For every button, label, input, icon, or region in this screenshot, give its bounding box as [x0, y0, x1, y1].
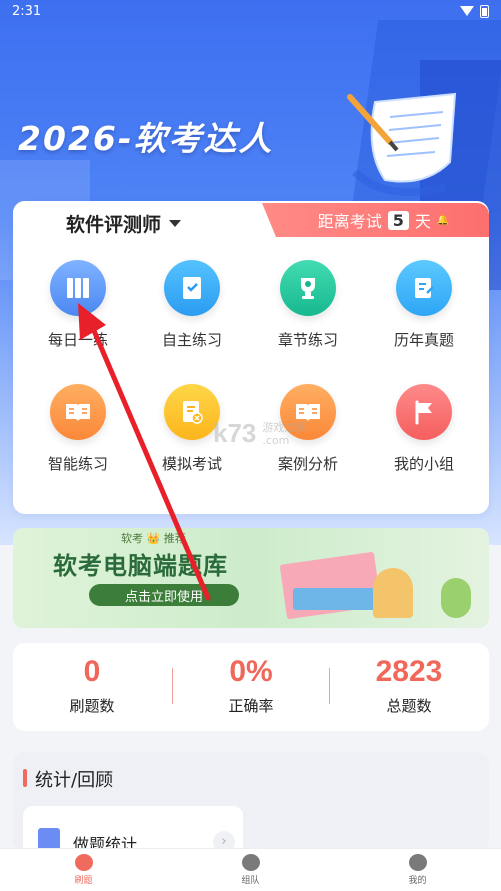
site-watermark: k73 游戏之家 .com — [213, 418, 306, 449]
exam-paper-icon — [164, 384, 220, 440]
status-bar: 2:31 — [0, 0, 501, 22]
watermark-line2: .com — [262, 433, 290, 447]
tab-team[interactable]: 组队 — [167, 849, 334, 891]
countdown-suffix: 天 — [414, 212, 431, 231]
grid-item-label: 案例分析 — [277, 455, 338, 473]
stat-value: 2823 — [375, 655, 443, 688]
banner-tagline: 软考 👑 推荐 — [121, 532, 186, 545]
promo-banner[interactable]: 软考 👑 推荐 软考电脑端题库 点击立即使用 — [13, 528, 489, 628]
section-accent-bar — [23, 769, 27, 787]
plant-illustration — [441, 578, 471, 618]
grid-item-label: 模拟考试 — [161, 455, 222, 473]
watermark-logo: k73 — [213, 418, 257, 448]
tab-label: 组队 — [241, 876, 260, 886]
countdown-days: 5 — [387, 210, 409, 230]
girl-reading-illustration — [373, 568, 413, 618]
flag-icon — [396, 384, 452, 440]
subject-label: 软件评测师 — [66, 214, 162, 236]
stat-label: 刷题数 — [69, 697, 115, 715]
bell-icon: 🔔 — [436, 214, 450, 226]
stat-value: 0% — [229, 655, 273, 688]
caret-down-icon — [169, 220, 182, 227]
open-book-icon — [50, 384, 106, 440]
hero-title: 2026-软考达人 — [18, 119, 274, 158]
status-time: 2:31 — [12, 3, 42, 19]
grid-item-daily-practice[interactable]: 每日一练 — [23, 260, 133, 350]
grid-item-my-group[interactable]: 我的小组 — [369, 384, 479, 474]
tab-label: 我的 — [408, 876, 427, 886]
stat-questions-done: 0 刷题数 — [17, 655, 167, 716]
books-icon — [50, 260, 106, 316]
banner-headline: 软考电脑端题库 — [53, 552, 228, 580]
trophy-icon — [280, 260, 336, 316]
grid-item-label: 章节练习 — [277, 331, 338, 349]
grid-item-label: 历年真题 — [393, 331, 454, 349]
tab-practice[interactable]: 刷题 — [0, 849, 167, 891]
document-icon — [38, 828, 60, 850]
stat-total-questions: 2823 总题数 — [334, 655, 484, 716]
grid-item-label: 智能练习 — [47, 455, 108, 473]
stat-accuracy: 0% 正确率 — [176, 655, 326, 716]
stats-panel: 0 刷题数 0% 正确率 2823 总题数 — [13, 643, 489, 731]
stat-label: 总题数 — [386, 697, 432, 715]
stat-value: 0 — [83, 655, 101, 688]
grid-item-chapter-practice[interactable]: 章节练习 — [253, 260, 363, 350]
bookmark-check-icon — [164, 260, 220, 316]
banner-cta-button[interactable]: 点击立即使用 — [89, 584, 239, 606]
grid-item-label: 每日一练 — [47, 331, 108, 349]
bottom-tab-bar: 刷题 组队 我的 — [0, 848, 501, 891]
watermark-line1: 游戏之家 — [262, 420, 307, 434]
home-icon — [74, 854, 93, 871]
exam-countdown: 距离考试 5 天 🔔 — [262, 203, 489, 237]
wifi-icon — [460, 6, 474, 16]
user-icon — [408, 854, 427, 871]
grid-item-label: 自主练习 — [161, 331, 222, 349]
notebook-pen-icon — [396, 260, 452, 316]
stat-label: 正确率 — [228, 697, 274, 715]
section-title: 统计/回顾 — [35, 770, 114, 791]
stat-divider — [172, 668, 173, 704]
stat-divider — [329, 668, 330, 704]
grid-item-self-practice[interactable]: 自主练习 — [137, 260, 247, 350]
grid-item-smart-practice[interactable]: 智能练习 — [23, 384, 133, 474]
paper-pen-illustration — [347, 92, 457, 196]
battery-icon — [480, 4, 489, 18]
countdown-prefix: 距离考试 — [317, 212, 382, 231]
grid-item-label: 我的小组 — [393, 455, 454, 473]
tab-mine[interactable]: 我的 — [334, 849, 501, 891]
tab-label: 刷题 — [74, 876, 93, 886]
subject-selector[interactable]: 软件评测师 — [66, 210, 182, 237]
group-icon — [241, 854, 260, 871]
grid-item-past-exams[interactable]: 历年真题 — [369, 260, 479, 350]
